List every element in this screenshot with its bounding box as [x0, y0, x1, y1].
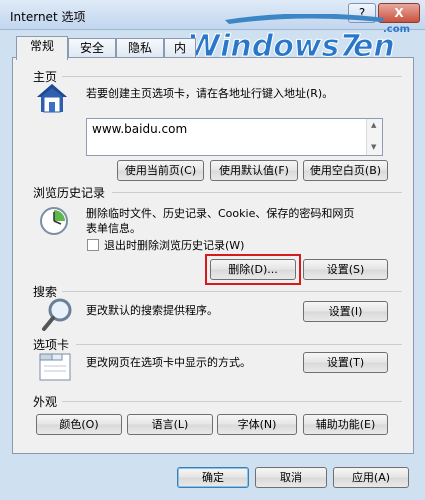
window-title: Internet 选项 — [10, 10, 86, 24]
history-heading: 浏览历史记录 — [33, 186, 106, 200]
tabs-divider — [76, 344, 402, 345]
languages-button[interactable]: 语言(L) — [127, 414, 213, 435]
colors-button[interactable]: 颜色(O) — [36, 414, 122, 435]
use-default-button[interactable]: 使用默认值(F) — [210, 160, 298, 181]
history-divider — [112, 192, 402, 193]
home-icon — [37, 84, 67, 113]
tabs-description: 更改网页在选项卡中显示的方式。 — [86, 356, 251, 369]
tab-general[interactable]: 常规 — [16, 36, 68, 60]
history-settings-button[interactable]: 设置(S) — [303, 259, 388, 280]
scroll-down-icon[interactable]: ▼ — [371, 143, 376, 151]
tabs-window-icon — [39, 353, 71, 381]
history-description-line1: 删除临时文件、历史记录、Cookie、保存的密码和网页 — [86, 207, 355, 220]
search-settings-button[interactable]: 设置(I) — [303, 301, 388, 322]
delete-history-button[interactable]: 删除(D)... — [210, 259, 296, 280]
scroll-up-icon[interactable]: ▲ — [371, 121, 376, 129]
search-divider — [62, 291, 402, 292]
apply-button[interactable]: 应用(A) — [333, 467, 409, 488]
svg-text:.com: .com — [383, 24, 410, 35]
tab-content[interactable]: 内 — [164, 38, 196, 59]
use-current-button[interactable]: 使用当前页(C) — [117, 160, 204, 181]
home-divider — [62, 76, 402, 77]
accessibility-button[interactable]: 辅助功能(E) — [303, 414, 388, 435]
cancel-button[interactable]: 取消 — [255, 467, 327, 488]
home-url-scrollbar[interactable]: ▲ ▼ — [366, 119, 382, 155]
history-clock-icon — [40, 207, 68, 235]
ok-button[interactable]: 确定 — [177, 467, 249, 488]
tab-security[interactable]: 安全 — [68, 38, 116, 59]
search-description: 更改默认的搜索提供程序。 — [86, 304, 218, 317]
appearance-divider — [62, 401, 402, 402]
home-description: 若要创建主页选项卡，请在各地址行键入地址(R)。 — [86, 87, 334, 100]
delete-on-exit-label[interactable]: 退出时删除浏览历史记录(W) — [104, 238, 244, 253]
tabs-settings-button[interactable]: 设置(T) — [303, 352, 388, 373]
appearance-heading: 外观 — [33, 395, 58, 409]
home-url-input[interactable]: www.baidu.com — [86, 118, 383, 156]
tab-privacy[interactable]: 隐私 — [116, 38, 164, 59]
delete-on-exit-checkbox[interactable] — [87, 239, 99, 251]
search-magnifier-icon — [42, 298, 72, 331]
history-description-line2: 表单信息。 — [86, 222, 141, 235]
fonts-button[interactable]: 字体(N) — [217, 414, 297, 435]
use-blank-button[interactable]: 使用空白页(B) — [303, 160, 388, 181]
